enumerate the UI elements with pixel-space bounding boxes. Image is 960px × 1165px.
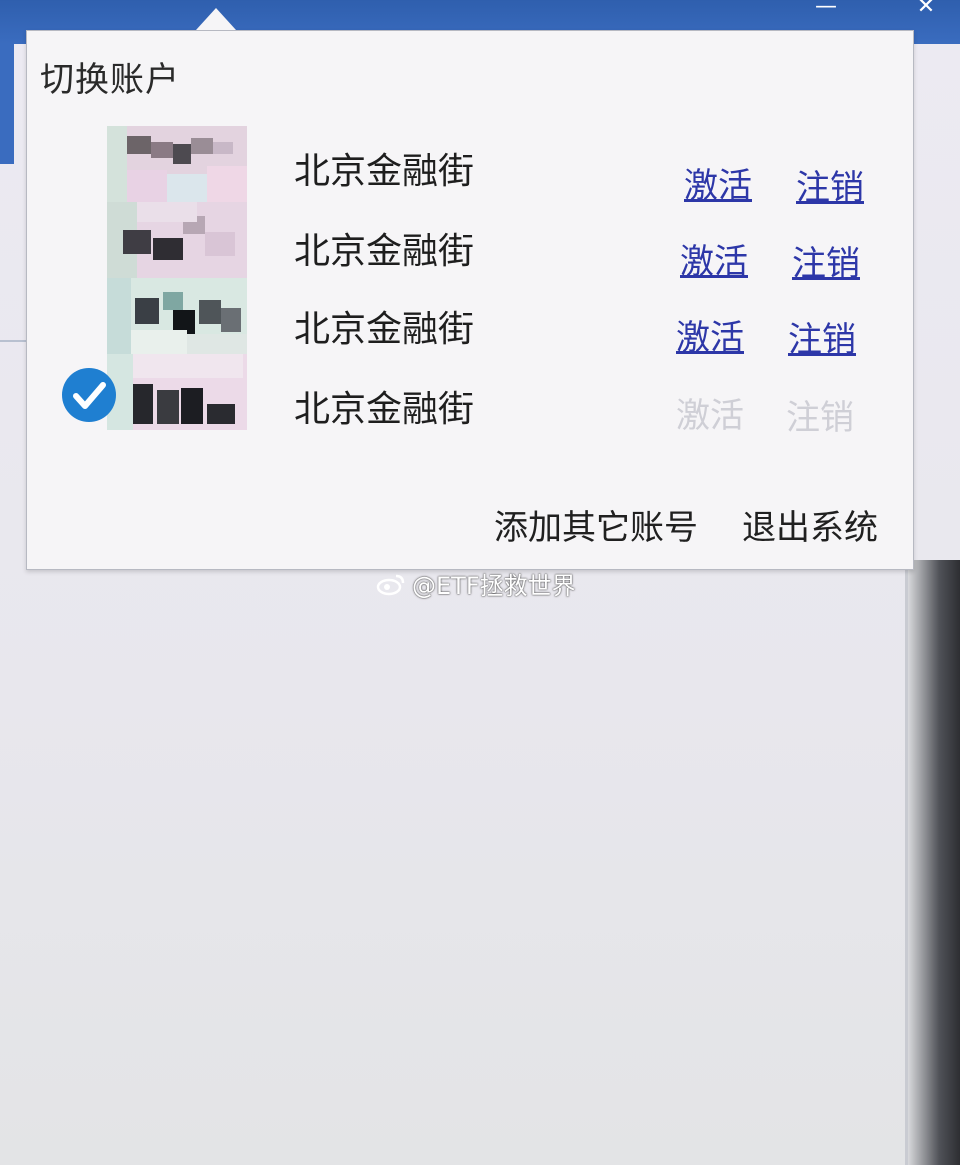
logout-link-disabled: 注销 bbox=[786, 398, 854, 438]
popup-title: 切换账户 bbox=[40, 60, 180, 100]
add-other-account-button[interactable]: 添加其它账号 bbox=[494, 500, 698, 549]
selected-check-icon bbox=[62, 368, 116, 422]
watermark-text: @ETF拯救世界 bbox=[412, 572, 576, 600]
screen: — ✕ 切换账户 北京金融街 激活 注销 北京金融街 激活 注销 北京金融街 激… bbox=[0, 0, 960, 1165]
logout-link[interactable]: 注销 bbox=[796, 160, 864, 209]
weibo-icon bbox=[376, 574, 405, 595]
monitor-bezel bbox=[908, 560, 960, 1165]
account-name: 北京金融街 bbox=[294, 309, 475, 350]
account-avatar[interactable] bbox=[107, 126, 247, 202]
logout-link[interactable]: 注销 bbox=[792, 236, 860, 285]
activate-link-disabled: 激活 bbox=[676, 396, 744, 436]
account-name: 北京金融街 bbox=[294, 389, 475, 430]
account-avatar[interactable] bbox=[107, 278, 247, 354]
activate-link[interactable]: 激活 bbox=[676, 310, 744, 359]
activate-link[interactable]: 激活 bbox=[680, 234, 748, 283]
sidebar-edge bbox=[0, 44, 14, 164]
activate-link[interactable]: 激活 bbox=[684, 158, 752, 207]
account-avatar[interactable] bbox=[107, 354, 247, 430]
popup-pointer bbox=[196, 8, 236, 30]
account-name: 北京金融街 bbox=[294, 151, 475, 192]
exit-system-button[interactable]: 退出系统 bbox=[742, 500, 878, 549]
logout-link[interactable]: 注销 bbox=[788, 312, 856, 361]
account-avatar[interactable] bbox=[107, 202, 247, 278]
watermark: @ETF拯救世界 bbox=[376, 566, 576, 601]
account-name: 北京金融街 bbox=[294, 231, 475, 272]
minimize-icon[interactable]: — bbox=[808, 0, 844, 20]
close-icon[interactable]: ✕ bbox=[908, 0, 944, 20]
